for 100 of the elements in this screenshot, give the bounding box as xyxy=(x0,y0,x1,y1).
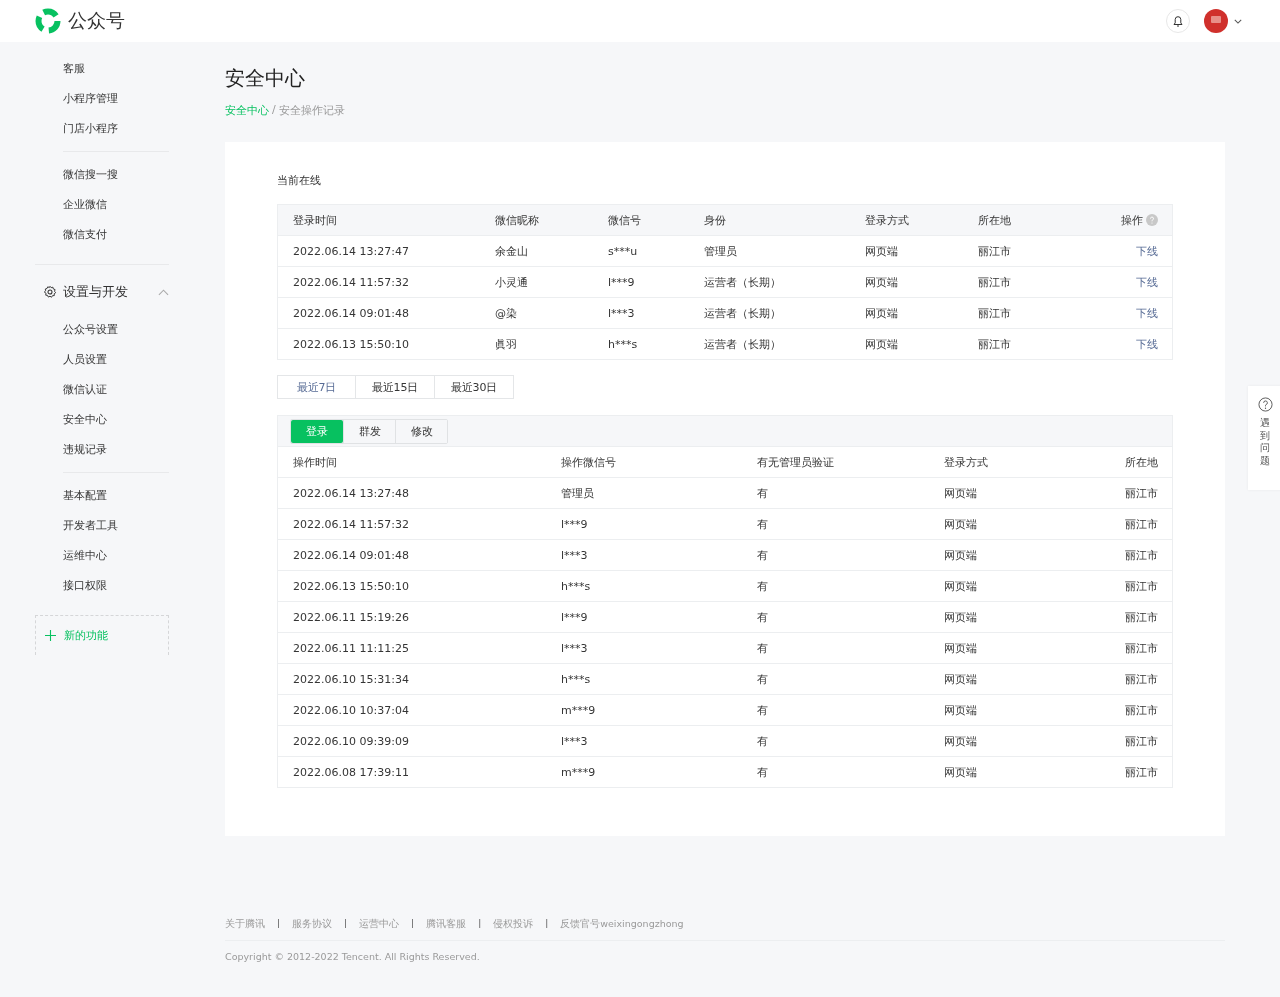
bell-icon[interactable] xyxy=(1166,9,1190,33)
help-icon xyxy=(1257,397,1273,412)
sidebar-item[interactable]: 门店小程序 xyxy=(35,114,225,144)
table-cell-text: l***3 xyxy=(561,734,589,748)
table-cell-text: 2022.06.10 10:37:04 xyxy=(293,703,410,717)
table-cell-text: 2022.06.14 09:01:48 xyxy=(293,548,410,562)
table-cell-text: 2022.06.11 11:11:25 xyxy=(293,641,410,655)
table-cell-text: 网页端 xyxy=(944,547,978,563)
table-cell: 丽江市 xyxy=(1125,764,1158,780)
table-cell-text: 网页端 xyxy=(865,336,899,352)
sidebar-item[interactable]: 开发者工具 xyxy=(35,511,225,541)
sidebar-item[interactable]: 微信认证 xyxy=(35,375,225,405)
section-header[interactable]: 设置与开发 xyxy=(35,277,169,307)
sidebar-item[interactable]: 接口权限 xyxy=(35,571,225,601)
settings-icon xyxy=(43,285,57,299)
table-cell-text: 眞羽 xyxy=(495,336,518,352)
table-cell: 丽江市 xyxy=(1125,671,1158,687)
sidebar-item[interactable]: 违规记录 xyxy=(35,435,225,465)
table-cell-text: 运营者（长期） xyxy=(704,274,782,290)
table-cell-text: 有 xyxy=(757,547,769,563)
table-cell-text: 2022.06.14 11:57:32 xyxy=(293,517,410,531)
table-cell-text: 2022.06.13 15:50:10 xyxy=(293,579,410,593)
table-cell-text: 网页端 xyxy=(944,578,978,594)
logo-icon xyxy=(35,8,61,34)
tab[interactable]: 修改 xyxy=(395,419,447,443)
column-header: 登录方式 xyxy=(944,454,989,470)
sidebar-item[interactable]: 运维中心 xyxy=(35,541,225,571)
table-cell: 丽江市 xyxy=(1125,578,1158,594)
table-cell-text: 2022.06.14 13:27:47 xyxy=(293,244,410,258)
table-cell-text: 丽江市 xyxy=(978,274,1012,290)
column-header: 登录方式 xyxy=(865,212,910,228)
offline-link[interactable]: 下线 xyxy=(1136,244,1158,258)
column-header: 微信昵称 xyxy=(495,212,540,228)
table-cell-text: 网页端 xyxy=(944,733,978,749)
table-cell-text: 网页端 xyxy=(865,274,899,290)
table-cell-text: l***3 xyxy=(561,641,589,655)
sidebar-item[interactable]: 小程序管理 xyxy=(35,84,225,114)
sidebar-item[interactable]: 公众号设置 xyxy=(35,315,225,345)
offline-link[interactable]: 下线 xyxy=(1136,337,1158,351)
help-button[interactable]: 遇到问题 xyxy=(1248,386,1280,490)
table-cell-text: 丽江市 xyxy=(978,305,1012,321)
table-cell-text: 运营者（长期） xyxy=(704,336,782,352)
range-tab[interactable]: 最近30日 xyxy=(435,375,514,399)
separator: | xyxy=(477,918,483,930)
table-cell-text: 小灵通 xyxy=(495,274,529,290)
plus-icon xyxy=(45,630,56,641)
column-header: 操作微信号 xyxy=(561,454,617,470)
table-cell-text: 网页端 xyxy=(944,702,978,718)
table-cell: 丽江市 xyxy=(1125,640,1158,656)
table-cell-text: 管理员 xyxy=(704,243,738,259)
range-tab[interactable]: 最近15日 xyxy=(356,375,435,399)
avatar-icon[interactable] xyxy=(1204,9,1228,33)
sidebar-item[interactable]: 微信支付 xyxy=(35,220,225,250)
table-cell-text: 网页端 xyxy=(944,764,978,780)
table-cell-text: s***u xyxy=(608,244,639,258)
separator: | xyxy=(276,918,282,930)
separator: | xyxy=(544,918,550,930)
page-title: 安全中心 xyxy=(225,65,306,92)
table-cell-text: 运营者（长期） xyxy=(704,305,782,321)
table-cell-text: 2022.06.14 13:27:48 xyxy=(293,486,410,500)
separator: | xyxy=(410,918,416,930)
offline-link[interactable]: 下线 xyxy=(1136,306,1158,320)
table-cell-text: 网页端 xyxy=(944,671,978,687)
table-cell-text: 网页端 xyxy=(944,516,978,532)
breadcrumb-current: 安全操作记录 xyxy=(278,103,345,119)
offline-link[interactable]: 下线 xyxy=(1136,275,1158,289)
table-cell-text: 2022.06.11 15:19:26 xyxy=(293,610,410,624)
table-cell-text: 网页端 xyxy=(865,305,899,321)
column-header: 所在地 xyxy=(978,212,1012,228)
sidebar-item[interactable]: 微信搜一搜 xyxy=(35,160,225,190)
column-header: 身份 xyxy=(704,212,727,228)
table-cell-text: 有 xyxy=(757,733,769,749)
table-cell: 丽江市 xyxy=(1125,485,1158,501)
column-header: 操作时间 xyxy=(293,454,338,470)
table-cell-text: 有 xyxy=(757,516,769,532)
table-cell-text: h***s xyxy=(608,337,639,351)
table-cell-text: h***s xyxy=(561,672,592,686)
sidebar-item[interactable]: 安全中心 xyxy=(35,405,225,435)
table-cell-text: l***9 xyxy=(608,275,636,289)
separator: | xyxy=(343,918,349,930)
range-tab[interactable]: 最近7日 xyxy=(277,375,356,399)
caret-icon[interactable] xyxy=(1234,18,1242,24)
table-cell-text: l***3 xyxy=(561,548,589,562)
breadcrumb-separator: / xyxy=(272,103,276,118)
table-cell-text: l***9 xyxy=(561,610,589,624)
sidebar-item[interactable]: 人员设置 xyxy=(35,345,225,375)
table-cell-text: 丽江市 xyxy=(978,243,1012,259)
sidebar-item[interactable]: 客服 xyxy=(35,54,225,84)
section-title: 当前在线 xyxy=(277,173,322,188)
table-cell-text: m***9 xyxy=(561,765,597,779)
table-cell-text: 网页端 xyxy=(865,243,899,259)
column-header: 操作 xyxy=(1121,212,1158,228)
table-cell-text: 网页端 xyxy=(944,485,978,501)
sidebar-item[interactable]: 基本配置 xyxy=(35,481,225,511)
table-cell: 丽江市 xyxy=(1125,516,1158,532)
sidebar-item[interactable]: 企业微信 xyxy=(35,190,225,220)
table-cell-text: 2022.06.14 09:01:48 xyxy=(293,306,410,320)
copyright-text: Copyright © 2012-2022 Tencent. All Rights Reserved. xyxy=(225,951,481,962)
column-header: 有无管理员验证 xyxy=(757,454,835,470)
table-cell: 丽江市 xyxy=(1125,609,1158,625)
